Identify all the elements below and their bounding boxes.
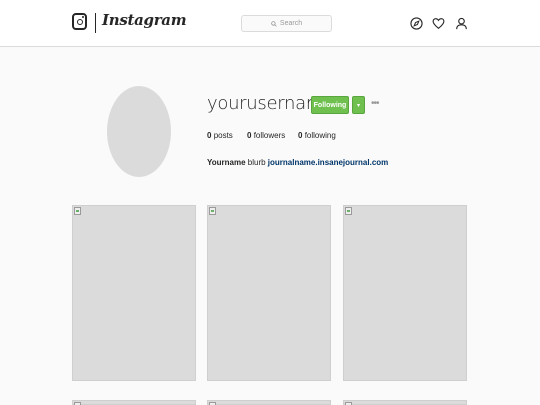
search-icon (271, 20, 277, 27)
compass-icon[interactable] (410, 17, 423, 30)
instagram-wordmark[interactable]: Instagram (102, 11, 187, 29)
followers-stat[interactable]: 0 followers (247, 131, 298, 140)
posts-label: posts (213, 131, 233, 140)
profile-stats: 0 posts 0 followers 0 following (207, 131, 336, 140)
broken-image-icon (209, 207, 216, 215)
followers-label: followers (253, 131, 286, 140)
posts-stat: 0 posts (207, 131, 247, 140)
profile-avatar[interactable] (107, 86, 171, 177)
post-thumbnail[interactable] (207, 205, 331, 381)
post-thumbnail[interactable] (343, 400, 467, 405)
following-button[interactable]: Following (311, 96, 349, 114)
camera-dot (82, 16, 84, 18)
bio-name: Yourname (207, 158, 246, 167)
followers-count: 0 (247, 131, 252, 140)
camera-lens (76, 18, 83, 25)
search-placeholder: Search (279, 20, 303, 27)
more-options-icon[interactable]: ••• (371, 98, 379, 109)
following-label: following (304, 131, 336, 140)
instagram-camera-icon[interactable] (72, 13, 87, 30)
post-thumbnail[interactable] (343, 205, 467, 381)
top-navigation-bar: Instagram Search (0, 0, 540, 47)
following-count: 0 (298, 131, 303, 140)
posts-count: 0 (207, 131, 212, 140)
bio-link[interactable]: journalname.insanejournal.com (268, 158, 388, 167)
following-stat[interactable]: 0 following (298, 131, 336, 140)
broken-image-icon (345, 207, 352, 215)
profile-bio: Yourname blurb journalname.insanejournal… (207, 158, 388, 167)
post-thumbnail[interactable] (72, 400, 196, 405)
logo-divider (95, 13, 96, 33)
bio-text: blurb (247, 158, 266, 167)
post-thumbnail[interactable] (72, 205, 196, 381)
search-input[interactable]: Search (241, 15, 332, 32)
heart-icon[interactable] (432, 17, 445, 30)
broken-image-icon (74, 207, 81, 215)
post-thumbnail[interactable] (207, 400, 331, 405)
follow-dropdown-button[interactable]: ▾ (352, 96, 365, 114)
profile-icon[interactable] (455, 17, 468, 30)
